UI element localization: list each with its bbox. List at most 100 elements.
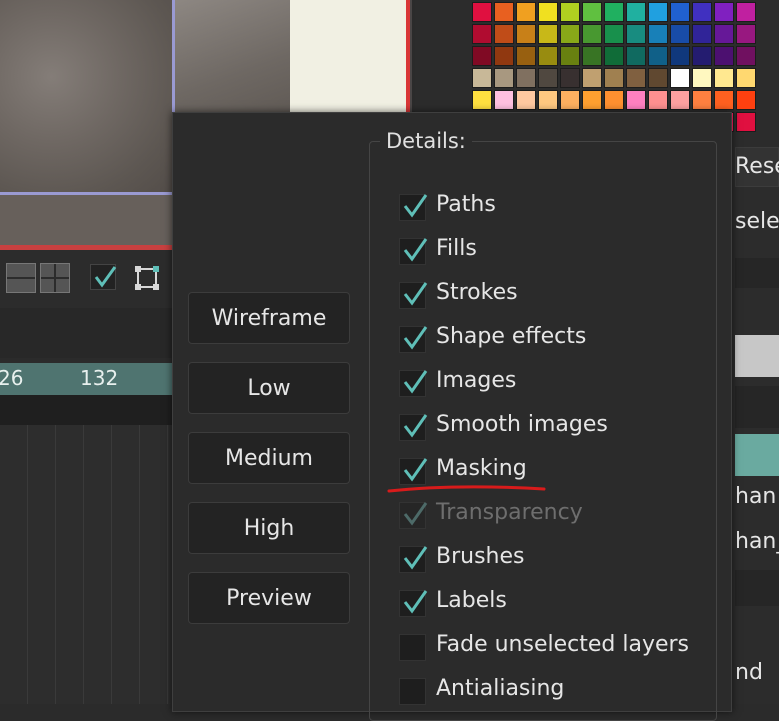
color-swatch[interactable]: [538, 24, 558, 44]
color-swatch[interactable]: [648, 46, 668, 66]
color-swatch[interactable]: [494, 46, 514, 66]
color-swatch[interactable]: [736, 90, 756, 110]
color-swatch[interactable]: [670, 24, 690, 44]
color-swatch[interactable]: [472, 90, 492, 110]
color-swatch[interactable]: [736, 112, 756, 132]
preview-button[interactable]: Preview: [188, 572, 350, 624]
color-swatch[interactable]: [670, 90, 690, 110]
timeline-frame-label: 26: [0, 366, 24, 390]
color-swatch[interactable]: [604, 2, 624, 22]
toolbar-toggle-checkbox[interactable]: [90, 264, 117, 290]
color-swatch[interactable]: [604, 24, 624, 44]
smooth-images-checkbox[interactable]: [399, 414, 428, 441]
color-swatch[interactable]: [714, 68, 734, 88]
fills-checkbox[interactable]: [399, 238, 428, 265]
color-swatch[interactable]: [736, 24, 756, 44]
color-swatch[interactable]: [472, 46, 492, 66]
color-swatch[interactable]: [604, 68, 624, 88]
high-button[interactable]: High: [188, 502, 350, 554]
panel-field[interactable]: [735, 258, 779, 288]
timeline-frames-grid[interactable]: [0, 425, 175, 704]
color-swatch[interactable]: [582, 68, 602, 88]
color-swatch[interactable]: [626, 24, 646, 44]
checkmark-icon: [403, 590, 428, 614]
color-swatch[interactable]: [648, 90, 668, 110]
color-swatch[interactable]: [604, 90, 624, 110]
color-swatch-large[interactable]: [735, 335, 779, 377]
low-button[interactable]: Low: [188, 362, 350, 414]
color-swatch[interactable]: [692, 24, 712, 44]
color-swatch[interactable]: [472, 24, 492, 44]
color-swatch[interactable]: [560, 68, 580, 88]
color-swatch[interactable]: [560, 24, 580, 44]
color-swatch[interactable]: [516, 90, 536, 110]
color-swatch[interactable]: [670, 68, 690, 88]
color-swatch[interactable]: [516, 46, 536, 66]
color-swatch[interactable]: [736, 68, 756, 88]
color-swatch[interactable]: [626, 2, 646, 22]
color-swatch[interactable]: [714, 46, 734, 66]
color-swatch[interactable]: [516, 24, 536, 44]
color-swatch[interactable]: [648, 2, 668, 22]
panel-field[interactable]: [735, 386, 779, 428]
color-swatch[interactable]: [560, 90, 580, 110]
labels-checkbox[interactable]: [399, 590, 428, 617]
strokes-checkbox[interactable]: [399, 282, 428, 309]
color-swatch[interactable]: [582, 46, 602, 66]
color-swatch[interactable]: [626, 46, 646, 66]
shape-effects-checkbox[interactable]: [399, 326, 428, 353]
color-swatch[interactable]: [494, 90, 514, 110]
split-horizontal-icon[interactable]: [6, 263, 36, 293]
color-swatch[interactable]: [494, 2, 514, 22]
color-swatch[interactable]: [670, 46, 690, 66]
layer-name[interactable]: nd: [735, 660, 779, 685]
layer-row-selected[interactable]: [735, 434, 779, 476]
color-swatch[interactable]: [626, 90, 646, 110]
labels-label: Labels: [436, 588, 507, 613]
wireframe-button[interactable]: Wireframe: [188, 292, 350, 344]
color-swatch[interactable]: [670, 2, 690, 22]
color-swatch[interactable]: [538, 46, 558, 66]
brushes-checkbox[interactable]: [399, 546, 428, 573]
color-swatch[interactable]: [626, 68, 646, 88]
color-swatch[interactable]: [494, 24, 514, 44]
checkmark-icon: [94, 266, 117, 288]
reset-button-label: Rese: [735, 154, 779, 179]
color-swatch[interactable]: [648, 68, 668, 88]
split-quad-icon[interactable]: [40, 263, 70, 293]
layer-row[interactable]: [735, 570, 779, 606]
color-swatch[interactable]: [692, 90, 712, 110]
color-swatch[interactable]: [736, 46, 756, 66]
transform-handles-icon[interactable]: [134, 265, 160, 291]
color-swatch[interactable]: [516, 2, 536, 22]
color-swatch[interactable]: [692, 2, 712, 22]
color-swatch[interactable]: [516, 68, 536, 88]
color-swatch[interactable]: [472, 2, 492, 22]
color-swatch[interactable]: [560, 2, 580, 22]
color-swatch[interactable]: [472, 68, 492, 88]
color-swatch[interactable]: [692, 46, 712, 66]
color-swatch[interactable]: [538, 90, 558, 110]
color-swatch[interactable]: [714, 24, 734, 44]
color-swatch[interactable]: [736, 2, 756, 22]
color-swatch[interactable]: [604, 46, 624, 66]
color-swatch[interactable]: [714, 90, 734, 110]
medium-button[interactable]: Medium: [188, 432, 350, 484]
color-swatch[interactable]: [582, 24, 602, 44]
paths-checkbox[interactable]: [399, 194, 428, 221]
layer-name[interactable]: han_: [735, 529, 779, 554]
color-swatch[interactable]: [560, 46, 580, 66]
fade-unselected-layers-checkbox[interactable]: [399, 634, 426, 661]
masking-label: Masking: [436, 456, 527, 481]
color-swatch[interactable]: [582, 90, 602, 110]
color-swatch[interactable]: [538, 2, 558, 22]
images-checkbox[interactable]: [399, 370, 428, 397]
layer-name[interactable]: han: [735, 484, 779, 509]
color-swatch[interactable]: [582, 2, 602, 22]
color-swatch[interactable]: [538, 68, 558, 88]
color-swatch[interactable]: [648, 24, 668, 44]
color-swatch[interactable]: [494, 68, 514, 88]
color-swatch[interactable]: [714, 2, 734, 22]
antialiasing-checkbox[interactable]: [399, 678, 426, 705]
color-swatch[interactable]: [692, 68, 712, 88]
